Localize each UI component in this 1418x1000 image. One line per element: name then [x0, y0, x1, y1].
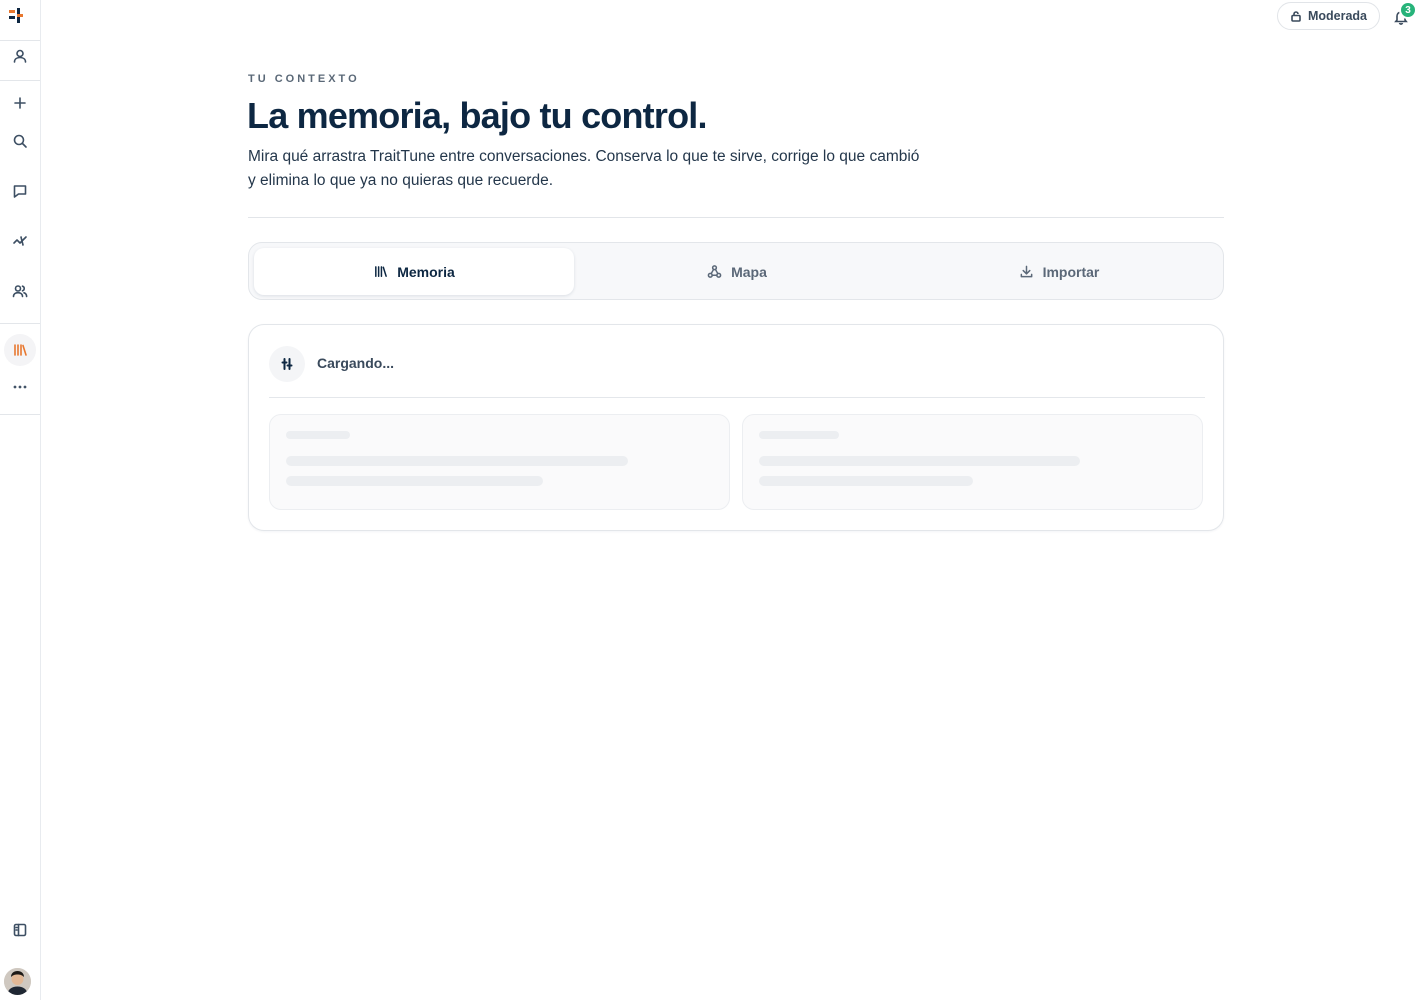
- tab-importar[interactable]: Importar: [899, 248, 1219, 295]
- tab-label: Importar: [1042, 263, 1100, 280]
- lock-icon: [1291, 11, 1301, 22]
- download-icon: [1020, 265, 1032, 278]
- memory-button[interactable]: [4, 334, 36, 366]
- notification-badge: 3: [1399, 1, 1417, 19]
- sidebar-divider: [0, 414, 40, 415]
- skeleton-line: [286, 456, 628, 466]
- tab-memoria[interactable]: Memoria: [254, 248, 574, 295]
- divider: [248, 217, 1224, 218]
- search-button[interactable]: [4, 125, 36, 157]
- card-divider: [269, 397, 1205, 398]
- skeleton-line: [286, 476, 543, 486]
- tune-icon: [269, 346, 305, 382]
- user-icon: [13, 49, 27, 63]
- page-title: La memoria, bajo tu control.: [247, 95, 707, 136]
- more-button[interactable]: [4, 371, 36, 403]
- activity-icon: [13, 236, 27, 246]
- skeleton-card: [742, 414, 1203, 510]
- library-icon: [375, 266, 388, 277]
- tab-bar: Memoria Mapa Importar: [248, 242, 1224, 300]
- activity-button[interactable]: [4, 225, 36, 257]
- skeleton-line: [759, 476, 973, 486]
- chats-button[interactable]: [4, 175, 36, 207]
- skeleton-line: [759, 456, 1080, 466]
- privacy-mode-button[interactable]: Moderada: [1277, 2, 1380, 30]
- sidebar-divider: [0, 323, 40, 324]
- chat-icon: [13, 185, 27, 198]
- loading-status: Cargando...: [317, 355, 395, 371]
- memory-card: Cargando...: [248, 324, 1224, 531]
- library-icon: [14, 344, 27, 356]
- profile-button[interactable]: [4, 40, 36, 72]
- page-subtitle: Mira qué arrastra TraitTune entre conver…: [248, 148, 920, 189]
- more-icon: [13, 385, 27, 389]
- sidebar-divider: [0, 80, 40, 81]
- people-icon: [12, 285, 28, 298]
- privacy-mode-label: Moderada: [1307, 9, 1368, 23]
- skeleton-line: [286, 431, 350, 439]
- skeleton-line: [759, 431, 839, 439]
- tab-label: Mapa: [731, 263, 767, 280]
- app-logo[interactable]: [8, 7, 24, 25]
- new-chat-button[interactable]: [4, 87, 36, 119]
- tab-mapa[interactable]: Mapa: [577, 248, 897, 295]
- tab-label: Memoria: [397, 263, 455, 280]
- sidebar: [0, 0, 41, 1000]
- map-icon: [707, 265, 722, 278]
- skeleton-card: [269, 414, 730, 510]
- search-icon: [13, 134, 27, 148]
- plus-icon: [14, 97, 26, 109]
- panel-toggle-icon: [13, 923, 27, 937]
- avatar[interactable]: [4, 968, 31, 995]
- panel-toggle-button[interactable]: [4, 914, 36, 946]
- page-eyebrow: TU CONTEXTO: [248, 73, 360, 85]
- people-button[interactable]: [4, 275, 36, 307]
